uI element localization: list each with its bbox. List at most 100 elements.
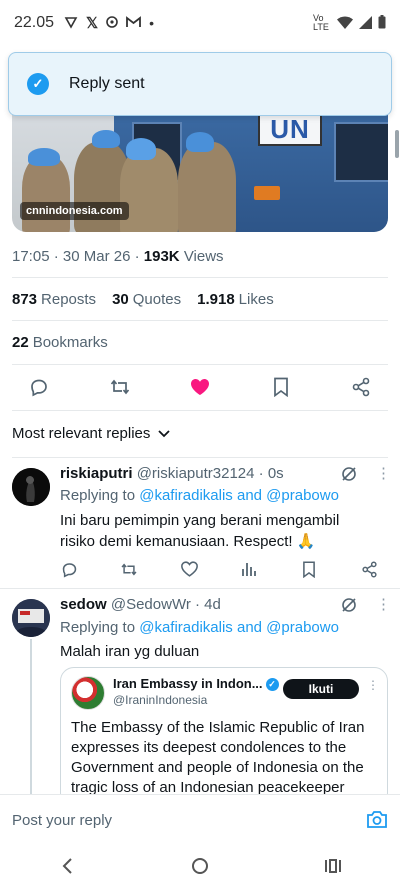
thread-line: [30, 639, 32, 794]
system-navigation-bar: [0, 842, 400, 889]
tweet-time: 17:05: [12, 248, 50, 265]
views-label: Views: [183, 248, 224, 265]
grok-icon[interactable]: [340, 596, 358, 614]
reposts-stat[interactable]: 873 Reposts: [12, 291, 96, 308]
tweet-image[interactable]: UN cnnindonesia.com: [12, 98, 388, 232]
quoted-text: The Embassy of the Islamic Republic of I…: [71, 719, 365, 796]
signal-icon: [359, 15, 372, 31]
more-options-icon[interactable]: ⋮: [376, 595, 391, 613]
repost-icon[interactable]: [109, 376, 131, 398]
replying-to-links[interactable]: @kafiradikalis and @prabowo: [139, 619, 339, 636]
tweet-date: 30 Mar 26: [62, 248, 131, 265]
x-logo-icon: 𝕏: [86, 15, 99, 32]
replying-to: Replying to @kafiradikalis and @prabowo: [60, 619, 339, 636]
volte-label: Vo LTE: [313, 13, 329, 32]
more-notifications-icon: •: [149, 15, 155, 31]
status-time: 22.05: [14, 14, 55, 31]
like-outline-icon[interactable]: [180, 560, 198, 578]
bookmark-icon[interactable]: [300, 560, 318, 578]
reply-text: Ini baru pemimpin yang berani mengambil …: [60, 512, 340, 550]
views-icon[interactable]: [240, 560, 258, 578]
repost-icon[interactable]: [120, 560, 138, 578]
replying-to-links[interactable]: @kafiradikalis and @prabowo: [139, 487, 339, 504]
bookmarks-stat[interactable]: 22 Bookmarks: [12, 334, 108, 351]
vpn-icon: [64, 15, 78, 32]
un-sign: UN: [258, 112, 322, 146]
bookmarks-count: 22: [12, 334, 29, 351]
avatar[interactable]: [12, 468, 50, 506]
reply-icon[interactable]: [28, 376, 50, 398]
divider: [12, 277, 388, 278]
avatar[interactable]: [71, 676, 105, 710]
reply-icon[interactable]: [60, 560, 78, 578]
app-icon: [106, 15, 118, 31]
replying-prefix: Replying to: [60, 619, 136, 636]
quotes-count: 30: [112, 291, 129, 308]
reply-sort-dropdown[interactable]: Most relevant replies: [12, 425, 171, 442]
divider: [12, 410, 388, 411]
reply-composer[interactable]: Post your reply: [0, 794, 400, 842]
home-icon[interactable]: [188, 854, 212, 878]
grok-icon[interactable]: [340, 465, 358, 483]
recents-icon[interactable]: [321, 854, 345, 878]
display-name[interactable]: sedow: [60, 596, 107, 613]
sort-label: Most relevant replies: [12, 425, 151, 442]
more-options-icon[interactable]: ⋮: [376, 464, 391, 482]
likes-label: Likes: [238, 291, 274, 308]
chevron-down-icon: [158, 425, 171, 442]
avatar[interactable]: [12, 599, 50, 637]
user-handle[interactable]: @riskiaputr32124: [137, 465, 255, 482]
reply-header: sedow @SedowWr · 4d: [60, 596, 221, 613]
quotes-stat[interactable]: 30 Quotes: [112, 291, 181, 308]
reposts-count: 873: [12, 291, 38, 308]
replying-prefix: Replying to: [60, 487, 136, 504]
status-bar: 22.05 𝕏 • Vo LTE: [0, 0, 400, 46]
share-icon[interactable]: [350, 376, 372, 398]
replying-to: Replying to @kafiradikalis and @prabowo: [60, 487, 339, 504]
reply-actions: [60, 560, 378, 578]
gmail-icon: [126, 15, 142, 31]
more-options-icon[interactable]: ⋮: [367, 678, 379, 692]
likes-count: 1.918: [197, 291, 235, 308]
tweet-meta: 17:05 · 30 Mar 26 · 193K Views: [12, 248, 224, 265]
verified-badge-icon: ✓: [265, 678, 279, 691]
divider: [12, 364, 388, 365]
quoted-post[interactable]: Iran Embassy in Indon... ✓ @IraninIndones…: [60, 667, 388, 807]
reply-item[interactable]: riskiaputri @riskiaputr32124 · 0s ⋮ Repl…: [0, 460, 400, 590]
reply-sent-toast: ✓ Reply sent: [8, 52, 392, 116]
reply-header: riskiaputri @riskiaputr32124 · 0s: [60, 465, 284, 482]
divider: [12, 457, 388, 458]
user-handle[interactable]: @SedowWr: [111, 596, 191, 613]
reposts-label: Reposts: [41, 291, 97, 308]
follow-button[interactable]: Ikuti: [283, 679, 359, 699]
tweet-actions: [28, 376, 372, 398]
like-icon[interactable]: [189, 376, 211, 398]
share-icon[interactable]: [360, 560, 378, 578]
quoted-handle[interactable]: @IraninIndonesia: [113, 693, 207, 707]
toast-message: Reply sent: [69, 75, 145, 92]
post-age: · 4d: [195, 596, 221, 613]
camera-icon[interactable]: [366, 809, 388, 829]
system-status-icons: Vo LTE: [313, 14, 386, 32]
reply-input-placeholder[interactable]: Post your reply: [12, 812, 112, 829]
wifi-icon: [337, 16, 353, 31]
check-circle-icon: ✓: [27, 73, 49, 95]
engagement-stats: 873 Reposts 30 Quotes 1.918 Likes: [12, 291, 274, 308]
image-source-credit: cnnindonesia.com: [20, 202, 129, 220]
likes-stat[interactable]: 1.918 Likes: [197, 291, 274, 308]
reply-text: Malah iran yg duluan: [60, 643, 200, 660]
notification-icons: 𝕏 •: [64, 14, 154, 32]
bookmarks-label: Bookmarks: [32, 334, 108, 351]
divider: [12, 320, 388, 321]
post-age: · 0s: [258, 465, 284, 482]
scrollbar[interactable]: [395, 130, 399, 158]
display-name[interactable]: riskiaputri: [60, 465, 133, 482]
views-count: 193K: [143, 248, 180, 265]
bookmark-icon[interactable]: [270, 376, 292, 398]
quoted-name-text: Iran Embassy in Indon...: [113, 676, 263, 691]
divider: [0, 588, 400, 589]
quoted-display-name[interactable]: Iran Embassy in Indon... ✓: [113, 676, 279, 691]
back-icon[interactable]: [55, 854, 79, 878]
battery-icon: [378, 15, 386, 31]
quotes-label: Quotes: [132, 291, 182, 308]
